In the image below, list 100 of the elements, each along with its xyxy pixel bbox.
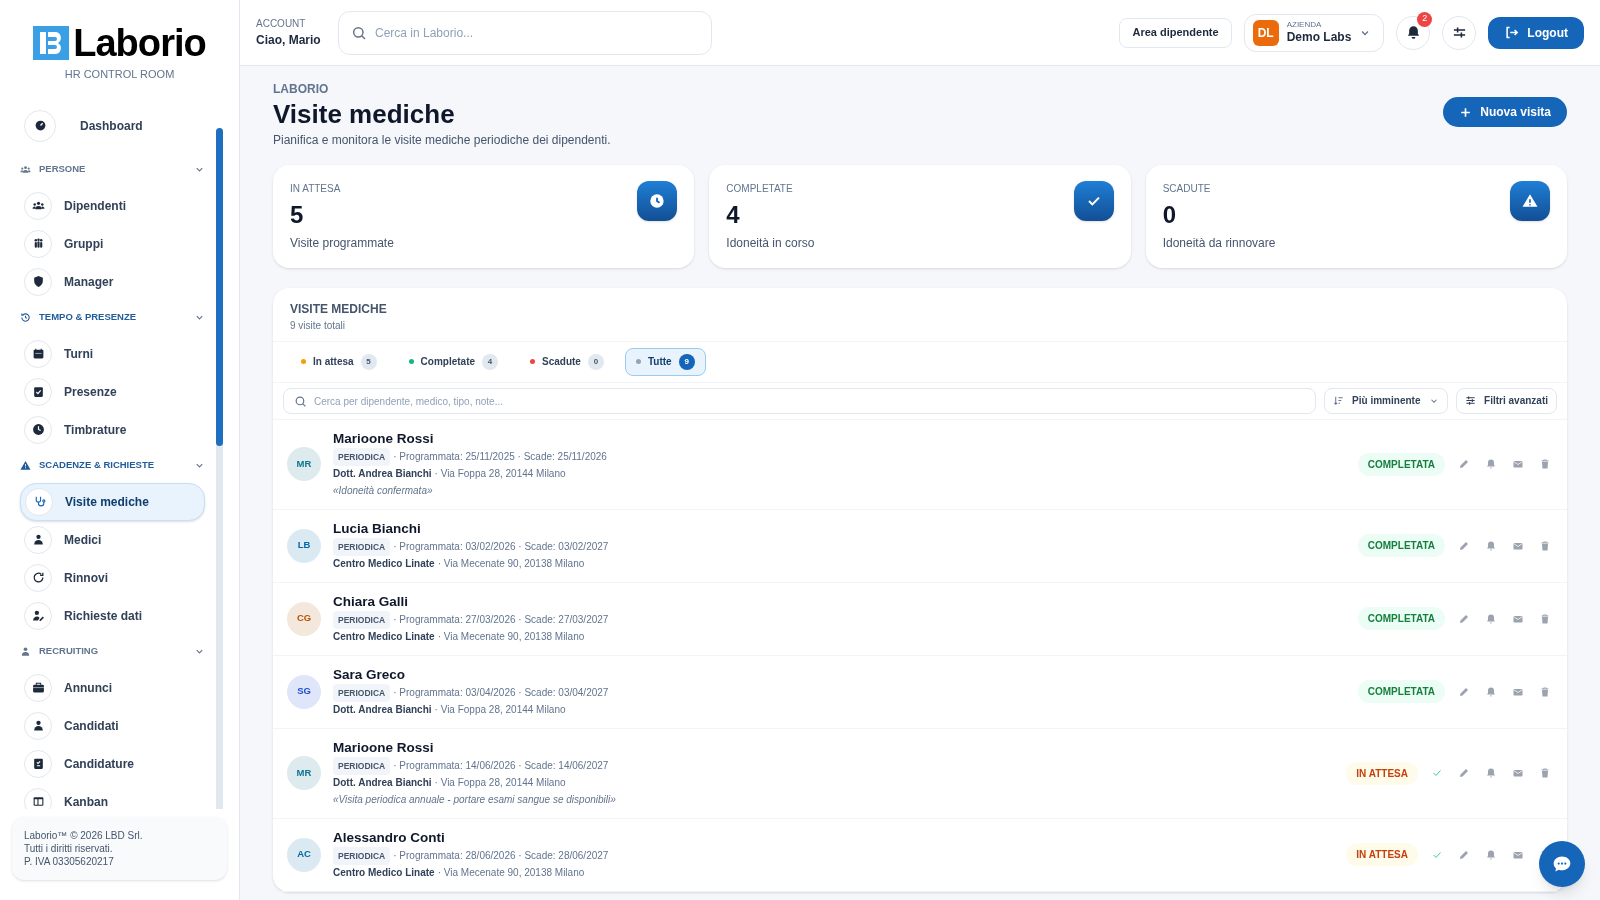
visit-type-tag: PERIODICA <box>333 846 391 865</box>
employee-name: Lucia Bianchi <box>333 519 422 538</box>
stat-value: 5 <box>290 199 305 230</box>
nav-item[interactable]: Kanban <box>20 782 205 809</box>
nav-item[interactable]: Annunci <box>20 668 205 707</box>
nav-section-header[interactable]: RECRUITING <box>20 634 205 669</box>
visit-type-tag: PERIODICA <box>333 683 391 702</box>
nav-item[interactable]: Timbrature <box>20 410 205 449</box>
scrollbar[interactable] <box>216 127 223 809</box>
mail-icon <box>1511 458 1524 470</box>
avatar: AC <box>287 837 321 872</box>
bell-icon <box>1484 539 1497 552</box>
chat-button[interactable] <box>1539 841 1585 887</box>
pencil-icon <box>1457 767 1470 779</box>
brand-name: Laborio <box>73 24 206 62</box>
account-name: Ciao, Mario <box>256 32 318 49</box>
footer-note: Laborio™ © 2026 LBD Srl. Tutti i diritti riservati. P. IVA 03305620217 <box>12 817 227 880</box>
notifications-button[interactable]: 2 <box>1396 15 1431 50</box>
nav-item[interactable]: Manager <box>20 262 205 301</box>
avatar: SG <box>287 674 321 709</box>
brand-subtitle: HR CONTROL ROOM <box>64 67 175 82</box>
doctor-name: Centro Medico Linate <box>333 865 435 880</box>
visit-dates: · Programmata: 25/11/2025 · Scade: 25/11/2026 <box>393 449 607 464</box>
gauge-icon <box>33 119 47 132</box>
nav-item[interactable]: Presenze <box>20 372 205 411</box>
nav-section-header[interactable]: SCADENZE & RICHIESTE <box>20 448 205 483</box>
visit-note: «Idoneità confermata» <box>333 483 434 498</box>
count-badge: 4 <box>482 353 499 370</box>
warning-icon <box>20 460 31 471</box>
doctor-name: Dott. Andrea Bianchi <box>333 466 432 481</box>
status-badge: COMPLETATA <box>1357 452 1445 476</box>
visit-type-tag: PERIODICA <box>333 447 391 466</box>
bell-icon <box>1405 25 1421 40</box>
account-label: ACCOUNT <box>256 17 307 31</box>
nav-item[interactable]: Dipendenti <box>20 186 205 225</box>
visit-dates: · Programmata: 03/02/2026 · Scade: 03/02/2027 <box>393 539 609 554</box>
chat-icon <box>1552 854 1572 874</box>
clipboard-check-icon <box>31 385 45 398</box>
sliders-icon <box>1451 25 1467 40</box>
notification-badge: 2 <box>1417 11 1433 27</box>
doctor-address: · Via Foppa 28, 20144 Milano <box>434 702 566 717</box>
count-badge: 5 <box>360 353 377 370</box>
panel-count: 9 visite totali <box>290 318 347 333</box>
pencil-icon <box>1457 612 1470 625</box>
search-icon <box>294 394 307 408</box>
employee-name: Chiara Galli <box>333 592 410 611</box>
stat-caption: Idoneità da rinnovare <box>1162 234 1277 252</box>
nav-section-header[interactable]: TEMPO & PRESENZE <box>20 300 205 335</box>
filter-tab[interactable]: Completate 4 <box>397 347 510 376</box>
status-badge: COMPLETATA <box>1357 607 1445 630</box>
advanced-filters-button[interactable]: Filtri avanzati <box>1456 387 1557 414</box>
visit-type-tag: PERIODICA <box>333 537 391 556</box>
stat-caption: Visite programmate <box>290 234 395 252</box>
page-title: Visite mediche <box>273 98 456 131</box>
nav-item[interactable]: Candidature <box>20 744 205 783</box>
filter-tab[interactable]: Tutte 9 <box>624 347 706 376</box>
nav-item[interactable]: Visite mediche <box>20 482 205 521</box>
bell-icon <box>1484 685 1497 698</box>
visit-dates: · Programmata: 14/06/2026 · Scade: 14/06/2027 <box>393 758 609 773</box>
pencil-icon <box>1457 539 1470 552</box>
people-icon <box>31 199 45 212</box>
doctor-name: Dott. Andrea Bianchi <box>333 702 432 717</box>
nav-item[interactable]: Turni <box>20 334 205 373</box>
pencil-icon <box>1457 685 1470 698</box>
filter-tab[interactable]: Scadute 0 <box>519 347 615 376</box>
briefcase-icon <box>31 681 45 694</box>
search-field[interactable]: Cerca in Laborio... <box>338 10 712 55</box>
page-eyebrow: LABORIO <box>273 81 330 98</box>
logout-button[interactable]: Logout <box>1488 16 1584 49</box>
panel-title: VISITE MEDICHE <box>290 300 388 318</box>
nav-item[interactable]: Dashboard <box>20 106 227 145</box>
sort-icon <box>1333 395 1345 406</box>
nav-item[interactable]: Gruppi <box>20 224 205 263</box>
nav-item[interactable]: Rinnovi <box>20 558 205 597</box>
count-badge: 9 <box>678 353 695 370</box>
visits-search-field[interactable]: Cerca per dipendente, medico, tipo, note... <box>283 388 1317 414</box>
people-icon <box>20 164 31 175</box>
sort-dropdown[interactable]: Più imminente <box>1324 387 1449 414</box>
check-icon <box>1430 767 1443 779</box>
pencil-icon <box>1457 458 1470 470</box>
pencil-icon <box>1457 848 1470 861</box>
nav-item[interactable]: Richieste dati <box>20 596 205 635</box>
nav-item[interactable]: Medici <box>20 520 205 559</box>
company-selector[interactable]: DL AZIENDA Demo Labs <box>1243 13 1385 52</box>
nav-section-header[interactable]: PERSONE <box>20 152 205 187</box>
doctor-name: Dott. Andrea Bianchi <box>333 775 432 790</box>
avatar: LB <box>287 528 321 563</box>
nav-item[interactable]: Candidati <box>20 706 205 745</box>
plus-icon <box>1459 105 1473 119</box>
logout-icon <box>1504 25 1520 40</box>
filter-tab[interactable]: In attesa 5 <box>290 347 388 376</box>
stat-label: SCADUTE <box>1162 181 1212 196</box>
employee-area-button[interactable]: Area dipendente <box>1119 17 1232 48</box>
visit-type-tag: PERIODICA <box>333 610 391 629</box>
settings-button[interactable] <box>1442 15 1477 50</box>
status-badge: IN ATTESA <box>1346 843 1418 866</box>
doctor-address: · Via Mecenate 90, 20138 Milano <box>437 556 585 571</box>
doctor-name: Centro Medico Linate <box>333 629 435 644</box>
new-visit-button[interactable]: Nuova visita <box>1443 97 1567 127</box>
doctor-name: Centro Medico Linate <box>333 556 435 571</box>
